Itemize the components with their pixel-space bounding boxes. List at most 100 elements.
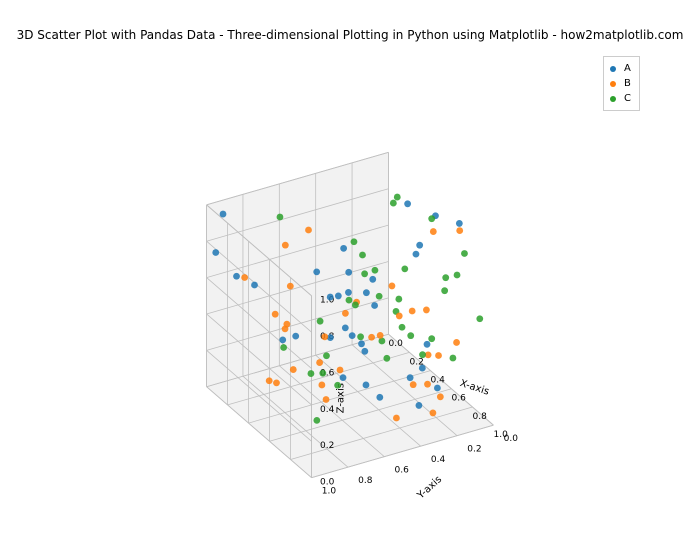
data-point xyxy=(342,324,349,331)
data-point xyxy=(335,293,342,300)
data-point xyxy=(395,296,402,303)
data-point xyxy=(251,282,258,289)
data-point xyxy=(409,308,416,315)
data-point xyxy=(273,380,280,387)
data-point xyxy=(369,276,376,283)
data-point xyxy=(280,344,287,351)
data-point xyxy=(282,242,289,249)
data-point xyxy=(352,302,359,309)
data-point xyxy=(401,265,408,272)
data-point xyxy=(323,396,330,403)
data-point xyxy=(377,332,384,339)
data-point xyxy=(456,227,463,234)
data-point xyxy=(453,339,460,346)
data-point xyxy=(346,297,353,304)
data-point xyxy=(419,365,426,372)
svg-text:0.2: 0.2 xyxy=(320,441,334,451)
data-point xyxy=(292,333,299,340)
svg-text:0.4: 0.4 xyxy=(431,375,446,385)
data-point xyxy=(345,269,352,276)
data-point xyxy=(319,370,326,377)
data-point xyxy=(279,336,286,343)
data-point xyxy=(407,332,414,339)
data-point xyxy=(220,211,227,218)
data-point xyxy=(359,252,366,259)
data-point xyxy=(376,293,383,300)
data-point xyxy=(317,318,324,325)
data-point xyxy=(241,274,248,281)
svg-text:0.2: 0.2 xyxy=(467,444,481,454)
data-point xyxy=(410,381,417,388)
data-point xyxy=(456,220,463,227)
data-point xyxy=(430,228,437,235)
data-point xyxy=(233,273,240,280)
data-point xyxy=(442,274,449,281)
svg-text:0.8: 0.8 xyxy=(473,412,488,422)
data-point xyxy=(399,324,406,331)
data-point xyxy=(476,315,483,322)
svg-text:0.4: 0.4 xyxy=(431,455,446,465)
data-point xyxy=(416,402,423,409)
dot-icon xyxy=(610,66,616,72)
data-point xyxy=(316,359,323,366)
data-point xyxy=(345,289,352,296)
chart-title: 3D Scatter Plot with Pandas Data - Three… xyxy=(0,28,700,42)
data-point xyxy=(423,307,430,314)
data-point xyxy=(434,385,441,392)
data-point xyxy=(361,270,368,277)
svg-text:0.0: 0.0 xyxy=(504,434,519,444)
data-point xyxy=(357,333,364,340)
data-point xyxy=(323,352,330,359)
legend-item-a: A xyxy=(610,61,631,76)
data-point xyxy=(435,352,442,359)
data-point xyxy=(389,283,396,290)
data-point xyxy=(407,374,414,381)
data-point xyxy=(287,283,294,290)
figure: 3D Scatter Plot with Pandas Data - Three… xyxy=(0,0,700,560)
data-point xyxy=(371,302,378,309)
data-point xyxy=(290,366,297,373)
data-point xyxy=(318,382,325,389)
svg-text:0.0: 0.0 xyxy=(320,478,335,488)
data-point xyxy=(313,268,320,275)
data-point xyxy=(437,393,444,400)
data-point xyxy=(349,332,356,339)
svg-text:0.8: 0.8 xyxy=(358,476,373,486)
data-point xyxy=(363,289,370,296)
data-point xyxy=(212,249,219,256)
data-point xyxy=(450,355,457,362)
data-point xyxy=(419,351,426,358)
data-point xyxy=(424,341,431,348)
data-point xyxy=(340,374,347,381)
data-point xyxy=(372,267,379,274)
data-point xyxy=(383,355,390,362)
data-point xyxy=(363,382,370,389)
svg-text:1.0: 1.0 xyxy=(322,486,337,496)
data-point xyxy=(390,200,397,207)
data-point xyxy=(461,250,468,257)
data-point xyxy=(416,242,423,249)
data-point xyxy=(376,394,383,401)
data-point xyxy=(282,326,289,333)
svg-text:0.6: 0.6 xyxy=(452,394,467,404)
data-point xyxy=(305,227,312,234)
data-point xyxy=(441,287,448,294)
data-point xyxy=(454,272,461,279)
data-point xyxy=(424,381,431,388)
data-point xyxy=(340,245,347,252)
data-point xyxy=(308,370,315,377)
data-point xyxy=(394,194,401,201)
data-point xyxy=(313,417,320,424)
svg-text:0.0: 0.0 xyxy=(389,339,404,349)
data-point xyxy=(277,214,284,221)
data-point xyxy=(428,215,435,222)
data-point xyxy=(393,415,400,422)
data-point xyxy=(396,313,403,320)
data-point xyxy=(413,251,420,258)
data-point xyxy=(272,311,279,318)
svg-text:0.6: 0.6 xyxy=(395,465,410,475)
data-point xyxy=(334,382,341,389)
data-point xyxy=(404,200,411,207)
scatter-3d-plot: 0.00.20.40.60.81.00.00.20.40.60.81.00.00… xyxy=(60,80,640,520)
data-point xyxy=(321,333,328,340)
